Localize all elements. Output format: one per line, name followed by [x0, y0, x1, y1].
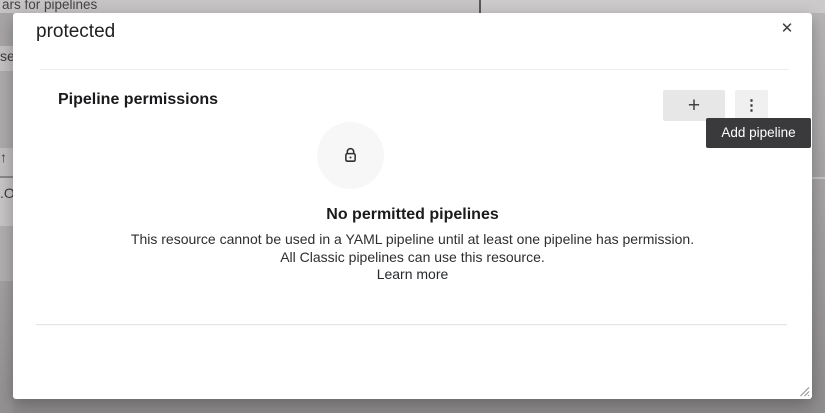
background-band [0, 226, 13, 281]
plus-icon: + [688, 95, 700, 116]
background-text-fragment: se [0, 48, 13, 64]
background-panel-fragment [481, 0, 825, 13]
resize-grip-icon[interactable] [798, 385, 810, 397]
background-text-fragment: ↑ [0, 149, 7, 165]
background-band [0, 281, 13, 413]
add-pipeline-button[interactable]: + [663, 90, 725, 121]
footer-divider [36, 324, 787, 325]
empty-state-illustration [317, 122, 384, 189]
background-rule [812, 177, 825, 179]
background-text-fragment: ars for pipelines [2, 0, 97, 12]
empty-state-description: All Classic pipelines can use this resou… [13, 249, 812, 265]
background-band [0, 71, 13, 148]
more-options-button[interactable]: ⋮ [735, 90, 768, 121]
background-left-edge: se ↑ .O [0, 13, 13, 413]
background-band [0, 13, 13, 46]
kebab-menu-icon: ⋮ [744, 98, 759, 113]
background-text-fragment: .O [0, 185, 13, 201]
learn-more-link[interactable]: Learn more [13, 266, 812, 282]
dialog-title: protected [36, 21, 115, 43]
screen: ars for pipelines se ↑ .O protected ✕ Pi… [0, 0, 825, 413]
background-top-bar: ars for pipelines [0, 0, 825, 13]
pipeline-permissions-dialog: protected ✕ Pipeline permissions + ⋮ Add… [13, 13, 812, 399]
empty-state-title: No permitted pipelines [13, 206, 812, 224]
empty-state-description: This resource cannot be used in a YAML p… [13, 231, 812, 247]
header-divider [40, 69, 789, 70]
close-icon[interactable]: ✕ [775, 16, 799, 40]
add-pipeline-tooltip: Add pipeline [706, 118, 811, 148]
lock-icon [341, 146, 360, 165]
section-heading: Pipeline permissions [58, 91, 218, 109]
background-right-edge [812, 13, 825, 413]
